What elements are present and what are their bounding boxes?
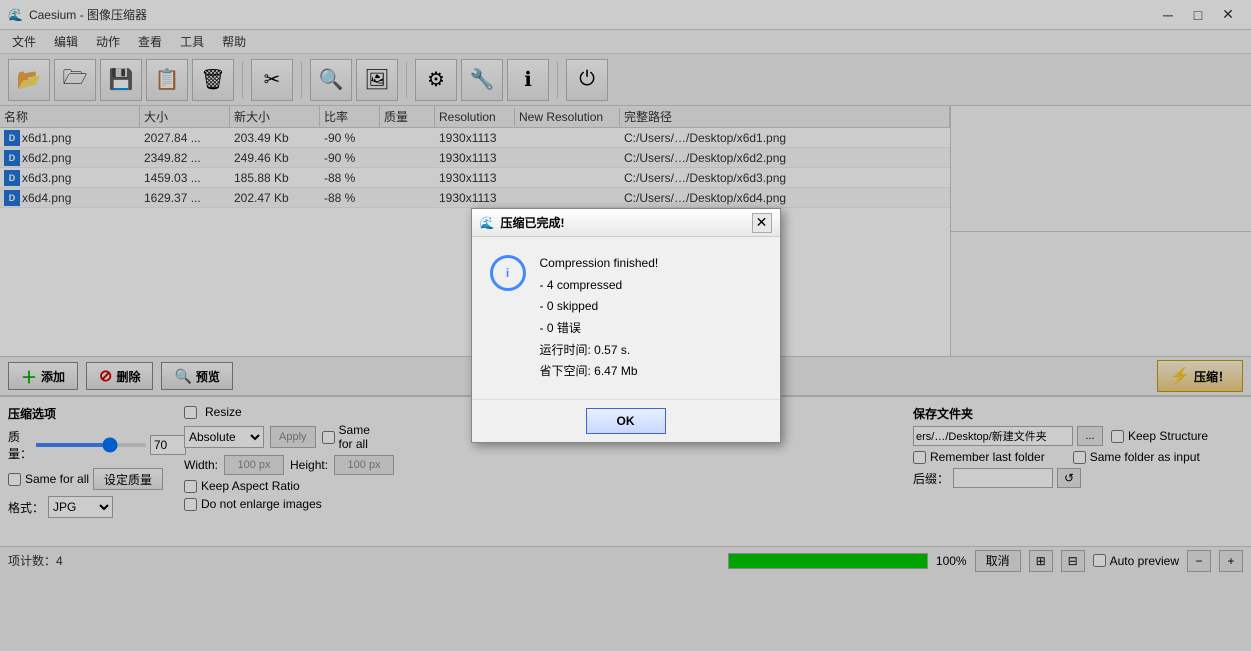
compression-complete-dialog: 🌊 压缩已完成! ✕ i Compression finished! - 4 c… [471,208,781,443]
modal-line4: - 0 错误 [540,318,659,340]
modal-overlay: 🌊 压缩已完成! ✕ i Compression finished! - 4 c… [0,0,1251,651]
modal-line5: 运行时间: 0.57 s. [540,340,659,362]
modal-line2: - 4 compressed [540,275,659,297]
modal-line3: - 0 skipped [540,296,659,318]
modal-line6: 省下空间: 6.47 Mb [540,361,659,383]
modal-close-button[interactable]: ✕ [752,213,772,233]
ok-button[interactable]: OK [586,408,666,434]
modal-body: i Compression finished! - 4 compressed -… [472,237,780,399]
modal-content: Compression finished! - 4 compressed - 0… [540,253,659,383]
modal-line1: Compression finished! [540,253,659,275]
modal-title-left: 🌊 压缩已完成! [480,214,565,231]
modal-footer: OK [472,399,780,442]
modal-title-text: 压缩已完成! [500,214,564,231]
modal-titlebar: 🌊 压缩已完成! ✕ [472,209,780,237]
modal-info-icon: i [488,253,528,293]
modal-title-icon: 🌊 [480,216,495,230]
info-circle: i [490,255,526,291]
